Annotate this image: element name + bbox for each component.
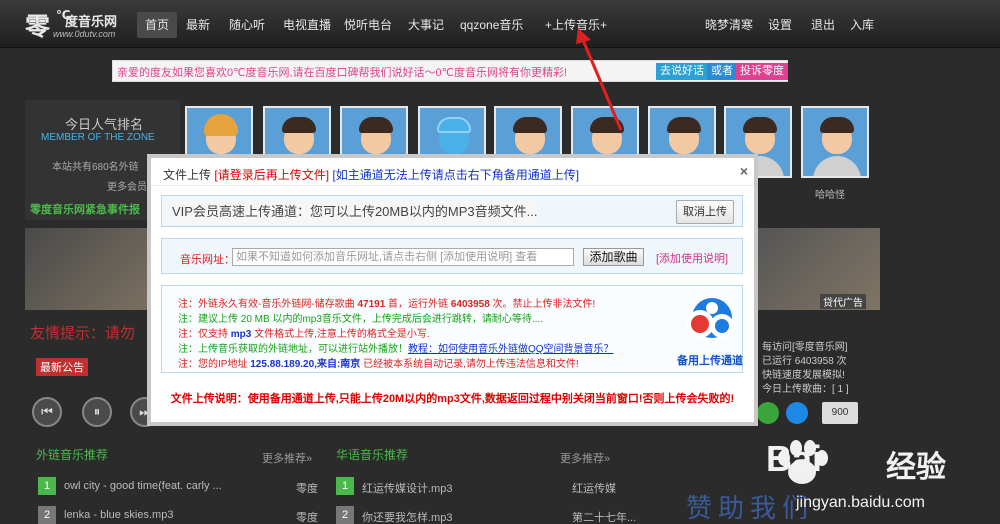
qq-icon[interactable] [786, 402, 808, 424]
site-logo[interactable]: 零 ℃ 度音乐网 www.0dutv.com [25, 7, 135, 41]
left-more-link[interactable]: 更多推荐» [262, 450, 312, 466]
vip-upload-field[interactable]: VIP会员高速上传通道：您可以上传20MB以内的MP3音频文件... [166, 200, 538, 224]
note-format: 注：仅支持 mp3 文件格式上传,注意上传的格式全是小写. [178, 329, 430, 340]
nav-upload-music[interactable]: +上传音乐+ [537, 12, 615, 38]
announcement-bar: 亲爱的度友如果您喜欢0℃度音乐网,请在百度口碑帮我们说好话～0℃度音乐网将有你更… [112, 60, 788, 82]
url-label: 音乐网址： [180, 254, 235, 266]
cancel-upload-button[interactable]: 取消上传 [676, 200, 734, 224]
upload-instructions: 文件上传说明：使用备用通道上传,只能上传20M以内的mp3文件,数据返回过程中别… [170, 393, 735, 405]
upload-dialog: 文件上传 [请登录后再上传文件] [如主通道无法上传请点击右下角备用通道上传] … [147, 154, 758, 426]
nav-tv-live[interactable]: 电视直播 [275, 12, 339, 38]
tip-text: 友情提示：请勿 [30, 325, 136, 342]
praise-button[interactable]: 去说好话 [656, 63, 708, 80]
wechat-icon[interactable] [757, 402, 779, 424]
backup-channel[interactable]: 备用上传通道 [674, 294, 744, 368]
more-members[interactable]: 更多会员 [107, 178, 147, 193]
nav-random-listen[interactable]: 随心听 [221, 12, 273, 38]
add-song-button[interactable]: 添加歌曲 [583, 248, 644, 266]
logo-url: www.0dutv.com [53, 29, 116, 39]
jingyan-brand: 经验 [886, 451, 946, 484]
vip-upload-section: VIP会员高速上传通道：您可以上传20MB以内的MP3音频文件... 取消上传 [161, 195, 743, 227]
note-ip: 注：您的IP地址 125.88.189.20,来自:南京 已经被本系统自动记录,… [178, 359, 579, 370]
latest-notice-tab[interactable]: 最新公告 [36, 358, 88, 376]
right-more-link[interactable]: 更多推荐» [560, 450, 610, 466]
member-count: 本站共有680名外链 [52, 162, 139, 173]
pause-icon[interactable]: ⏸ [82, 397, 112, 427]
note-tutorial: 注：上传音乐获取的外链地址，可以进行站外播放！教程：如何使用音乐外链做QQ空间背… [178, 344, 614, 355]
dialog-header: 文件上传 [请登录后再上传文件] [如主通道无法上传请点击右下角备用通道上传] … [151, 158, 754, 186]
add-help-link[interactable]: [添加使用说明] [656, 250, 728, 266]
visit-info: 每访问[零度音乐网] [762, 342, 848, 353]
backup-label: 备用上传通道 [677, 355, 743, 367]
nav-home[interactable]: 首页 [137, 12, 178, 38]
announcement-text: 亲爱的度友如果您喜欢0℃度音乐网,请在百度口碑帮我们说好话～0℃度音乐网将有你更… [117, 67, 568, 79]
right-list-title: 华语音乐推荐 [336, 448, 409, 462]
run-info: 已运行 6403958 次 [762, 356, 847, 367]
ad-label: 贷代广告 [820, 294, 866, 309]
left-banner-image[interactable] [25, 228, 150, 310]
avatar[interactable] [801, 106, 869, 178]
baidu-jingyan-watermark: Bai 经验 jingyan.baidu.com [766, 434, 996, 524]
login-hint: [请登录后再上传文件] [214, 168, 330, 182]
tutorial-link[interactable]: 教程：如何使用音乐外链做QQ空间背景音乐？ [408, 344, 614, 355]
music-url-input[interactable]: 如果不知道如何添加音乐网址,请点击右侧 [添加使用说明] 查看 [232, 248, 574, 266]
nav-events[interactable]: 大事记 [400, 12, 452, 38]
nav-username[interactable]: 晓梦清寒 [697, 12, 761, 38]
list-item[interactable]: 2 你还要我怎样.mp3 第二十七年... [336, 505, 636, 524]
logo-name: 度音乐网 [65, 14, 118, 29]
list-item[interactable]: 1 红运传媒设计.mp3 红运传媒 [336, 476, 626, 498]
complain-button[interactable]: 投诉零度 [736, 63, 788, 80]
event-link[interactable]: 零度音乐网紧急事件报 [30, 201, 140, 217]
count-badge: 900 [822, 402, 858, 424]
nav-logout[interactable]: 退出 [803, 12, 843, 38]
avatar-username: 哈哈怪 [815, 190, 845, 201]
list-item[interactable]: 2 lenka - blue skies.mp3 零度 [38, 505, 328, 524]
nav-latest[interactable]: 最新 [178, 12, 218, 38]
backup-hint: [如主通道无法上传请点击右下角备用通道上传] [332, 168, 580, 182]
upload-today: 今日上传歌曲：[ 1 ] [762, 384, 849, 395]
top-navbar: 零 ℃ 度音乐网 www.0dutv.com 首页 最新 随心听 电视直播 悦听… [0, 0, 1000, 48]
nav-radio[interactable]: 悦听电台 [336, 12, 400, 38]
watermark-url: jingyan.baidu.com [796, 494, 925, 511]
baidu-brand: Bai [766, 438, 823, 479]
nav-qqzone-music[interactable]: qqzone音乐 [452, 12, 531, 38]
right-banner-image[interactable]: 贷代广告 [758, 228, 880, 310]
speed-info: 快链速度发展模拟! [762, 370, 845, 381]
nav-settings[interactable]: 设置 [760, 12, 800, 38]
close-icon[interactable]: × [740, 163, 748, 179]
list-item[interactable]: 1 owl city - good time(feat. carly ... 零… [38, 476, 328, 498]
note-size: 注：建议上传 20 MB 以内的mp3音乐文件，上传完成后会进行跳转，请耐心等待… [178, 314, 544, 325]
backup-channel-icon [686, 298, 734, 338]
ranking-title: 今日人气排名 [65, 117, 144, 132]
dialog-title: 文件上传 [请登录后再上传文件] [如主通道无法上传请点击右下角备用通道上传] [163, 168, 580, 182]
prev-icon[interactable]: ⏮ [32, 397, 62, 427]
notes-section: 注：外链永久有效-音乐外链网-储存歌曲 47191 首，运行外链 6403958… [161, 285, 743, 373]
note-storage: 注：外链永久有效-音乐外链网-储存歌曲 47191 首，运行外链 6403958… [178, 299, 596, 310]
left-list-title: 外链音乐推荐 [36, 448, 109, 462]
nav-library[interactable]: 入库 [842, 12, 882, 38]
or-label: 或者 [707, 63, 737, 80]
url-section: 音乐网址： 如果不知道如何添加音乐网址,请点击右侧 [添加使用说明] 查看 添加… [161, 238, 743, 274]
logo-char: 零 [25, 12, 51, 41]
member-label: MEMBER OF THE ZONE [41, 132, 155, 143]
